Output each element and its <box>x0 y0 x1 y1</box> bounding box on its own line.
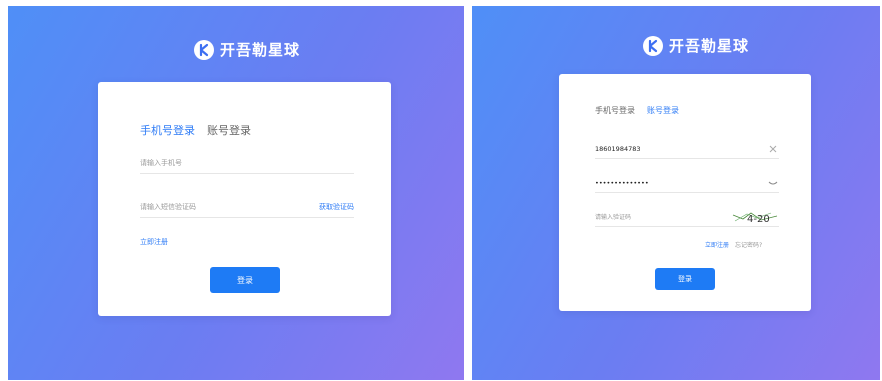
brand: 开吾勒星球 <box>194 39 300 60</box>
login-button[interactable]: 登录 <box>210 267 280 293</box>
clear-icon[interactable] <box>767 143 779 155</box>
account-input[interactable]: 18601984783 <box>595 139 779 159</box>
brand-name: 开吾勒星球 <box>220 41 301 59</box>
login-card: 手机号登录 账号登录 18601984783 •••••••••••••• 请输… <box>559 74 811 311</box>
tab-phone-login[interactable]: 手机号登录 <box>140 122 195 138</box>
eye-icon[interactable] <box>767 177 779 189</box>
phone-placeholder: 请输入手机号 <box>140 158 182 167</box>
password-input[interactable]: •••••••••••••• <box>595 173 779 193</box>
account-value: 18601984783 <box>595 144 641 153</box>
register-link[interactable]: 立即注册 <box>140 237 168 247</box>
sms-code-input[interactable]: 请输入短信验证码 获取验证码 <box>140 196 354 218</box>
phone-input[interactable]: 请输入手机号 <box>140 152 354 174</box>
captcha-placeholder: 请输入验证码 <box>595 214 632 221</box>
captcha-input[interactable]: 请输入验证码 4-20 <box>595 207 779 227</box>
login-card: 手机号登录 账号登录 请输入手机号 请输入短信验证码 获取验证码 立即注册 登录 <box>98 82 391 316</box>
phone-login-panel: 开吾勒星球 手机号登录 账号登录 请输入手机号 请输入短信验证码 获取验证码 立… <box>8 6 464 380</box>
login-tabs: 手机号登录 账号登录 <box>140 122 251 138</box>
get-code-button[interactable]: 获取验证码 <box>319 202 354 212</box>
brand-logo-icon <box>194 39 214 60</box>
login-button[interactable]: 登录 <box>655 268 715 290</box>
login-tabs: 手机号登录 账号登录 <box>595 105 679 116</box>
register-link[interactable]: 立即注册 <box>705 240 729 249</box>
tab-phone-login[interactable]: 手机号登录 <box>595 105 635 116</box>
account-login-panel: 开吾勒星球 手机号登录 账号登录 18601984783 •••••••••••… <box>472 6 880 380</box>
brand-name: 开吾勒星球 <box>669 37 750 55</box>
forgot-password-link[interactable]: 忘记密码? <box>735 240 762 249</box>
brand: 开吾勒星球 <box>643 35 749 56</box>
captcha-text: 4-20 <box>747 214 770 225</box>
tab-account-login[interactable]: 账号登录 <box>647 105 679 116</box>
tab-account-login[interactable]: 账号登录 <box>207 122 251 138</box>
captcha-image[interactable]: 4-20 <box>731 209 779 225</box>
brand-logo-icon <box>643 35 663 56</box>
password-value: •••••••••••••• <box>595 178 649 187</box>
sms-code-placeholder: 请输入短信验证码 <box>140 202 196 211</box>
